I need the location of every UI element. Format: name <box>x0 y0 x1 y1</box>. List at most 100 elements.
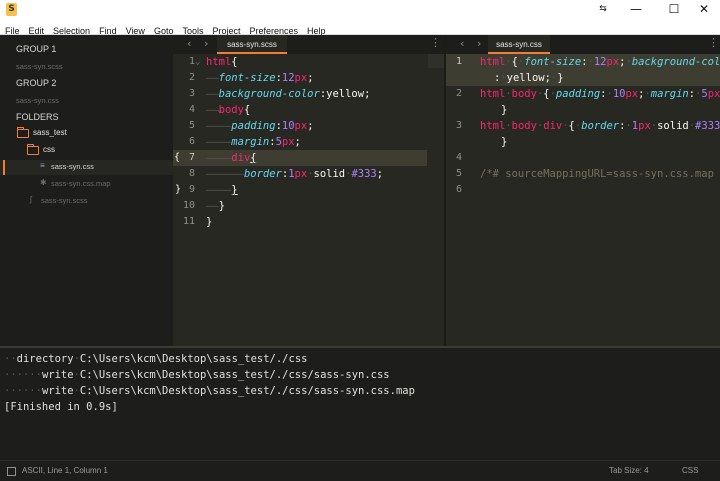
code-token: } <box>501 104 508 116</box>
folder-open-icon <box>27 144 39 155</box>
code-token: 12 <box>281 72 295 84</box>
tab-next-icon[interactable]: › <box>204 37 208 50</box>
code-token: { <box>231 56 238 68</box>
line-number: 1 <box>188 56 195 67</box>
selection-marker <box>3 160 5 175</box>
code-area-right[interactable]: 1 html·{·font-size:·12px;·background-col… <box>446 54 720 346</box>
line-number: 8 <box>188 168 195 179</box>
code-line: 8 ——————border:1px·solid·#333; <box>173 166 444 182</box>
build-output-panel[interactable]: ··directory·C:\Users\kcm\Desktop\sass_te… <box>0 346 720 462</box>
tab-sass-syn-scss[interactable]: sass-syn.scss <box>217 35 287 54</box>
tab-prev-icon[interactable]: ‹ <box>460 37 464 50</box>
code-line: 2 html·body·{·padding:·10px;·margin:·5px… <box>446 86 720 118</box>
code-token: px <box>638 120 651 132</box>
tab-sass-syn-css[interactable]: sass-syn.css <box>488 35 550 54</box>
code-token: } <box>557 72 564 84</box>
code-token: border <box>243 168 282 180</box>
sidebar-file-map[interactable]: sass-syn.css.map <box>51 179 111 188</box>
sidebar-folder-css[interactable]: css <box>43 145 55 154</box>
code-token: div <box>543 120 563 132</box>
code-token: margin <box>650 88 689 100</box>
line-number: 7 <box>188 152 195 163</box>
tab-menu-icon[interactable]: ⋮ <box>430 36 441 49</box>
tab-size-setting[interactable]: Tab Size: 4 <box>609 466 649 475</box>
console-path: C:\Users\kcm\Desktop\sass_test/./css <box>79 353 308 365</box>
console-line: ··directory·C:\Users\kcm\Desktop\sass_te… <box>4 353 308 365</box>
code-token: } <box>206 216 213 228</box>
status-bar: ASCII, Line 1, Column 1 Tab Size: 4 CSS <box>0 460 720 481</box>
fold-arrow-icon[interactable]: ⌄ <box>195 54 200 70</box>
code-token: #333 <box>695 120 720 132</box>
line-number: 9 <box>188 184 195 195</box>
line-number: 3 <box>455 120 462 131</box>
panel-toggle-icon[interactable] <box>7 467 16 476</box>
scss-file-icon: ʃ <box>30 195 32 204</box>
code-token: #333 <box>351 168 377 180</box>
minimize-button[interactable]: — <box>618 1 654 18</box>
code-line: 11 } <box>173 214 444 230</box>
code-token: solid <box>657 120 689 132</box>
tab-bar-left: ‹ › sass-syn.scss ⋮ <box>173 35 444 54</box>
code-line-current: { 7 ————div{ <box>173 150 427 166</box>
code-line: 3 ——background-color:yellow; <box>173 86 444 102</box>
line-number: 4 <box>455 152 462 163</box>
line-number: 2 <box>455 88 462 99</box>
pin-icon[interactable]: ⇆ <box>585 1 621 18</box>
sidebar-group2-file[interactable]: sass-syn.css <box>16 96 59 105</box>
console-line: ······write·C:\Users\kcm\Desktop\sass_te… <box>4 369 390 381</box>
title-bar: S ⇆ — ☐ ✕ <box>0 0 720 19</box>
console-path: C:\Users\kcm\Desktop\sass_test/./css/sas… <box>79 385 415 397</box>
code-token: px <box>294 168 308 180</box>
code-line: 3 html·body·div·{·border:·1px·solid·#333… <box>446 118 720 150</box>
console-line: ······write·C:\Users\kcm\Desktop\sass_te… <box>4 385 415 397</box>
code-token: ; <box>307 120 314 132</box>
line-number: 11 <box>182 216 195 227</box>
sidebar-file-css[interactable]: sass-syn.css <box>51 162 94 171</box>
code-token: div <box>231 152 251 164</box>
syntax-selector[interactable]: CSS <box>682 466 698 475</box>
folder-open-icon <box>17 127 29 138</box>
tab-prev-icon[interactable]: ‹ <box>187 37 191 50</box>
code-token: 10 <box>281 120 295 132</box>
code-token: px <box>294 120 308 132</box>
tab-bar-right: ‹ › sass-syn.css ⋮ <box>446 35 720 54</box>
editor-pane-right: ‹ › sass-syn.css ⋮ 1 html·{·font-size:·1… <box>446 35 720 346</box>
tab-menu-icon[interactable]: ⋮ <box>708 36 719 49</box>
code-line: 4 <box>446 150 720 166</box>
code-token: font-size <box>218 72 276 84</box>
code-token: px <box>281 136 295 148</box>
menu-bar: File Edit Selection Find View Goto Tools Projec… <box>0 19 720 36</box>
console-path: C:\Users\kcm\Desktop\sass_test/./css/sas… <box>79 369 390 381</box>
code-token: px <box>707 88 720 100</box>
code-token: 10 <box>612 88 626 100</box>
map-file-icon: ✱ <box>40 178 47 187</box>
code-token: solid <box>313 168 346 180</box>
line-number: 3 <box>188 88 195 99</box>
code-line: 6 ————margin:5px; <box>173 134 444 150</box>
code-token: px <box>625 88 639 100</box>
editor-pane-left: ‹ › sass-syn.scss ⋮ 1 ⌄ html{ 2 ——font-s… <box>173 35 444 346</box>
close-button[interactable]: ✕ <box>686 1 720 18</box>
code-token: ; <box>294 136 301 148</box>
code-area-left[interactable]: 1 ⌄ html{ 2 ——font-size:12px; 3 ——backgr… <box>173 54 444 346</box>
tab-next-icon[interactable]: › <box>477 37 481 50</box>
code-comment: /*# sourceMappingURL=sass-syn.css.map */ <box>480 168 720 180</box>
code-token: px <box>606 56 620 68</box>
code-token: border <box>581 120 620 132</box>
code-token: 12 <box>593 56 607 68</box>
code-token: padding <box>231 120 276 132</box>
code-token: html <box>480 56 506 68</box>
line-number: 6 <box>455 184 462 195</box>
sidebar-group1-file[interactable]: sass-syn.scss <box>16 62 63 71</box>
sidebar-folder-sass-test[interactable]: sass_test <box>33 128 67 137</box>
code-line: 2 ——font-size:12px; <box>173 70 444 86</box>
code-token: } <box>231 184 238 196</box>
line-number: 1 <box>455 56 462 67</box>
code-token: html <box>480 88 506 100</box>
sidebar-group-2: GROUP 2 <box>16 78 57 88</box>
code-token: html <box>206 56 232 68</box>
code-line: 1 ⌄ html{ <box>173 54 444 70</box>
line-number: 4 <box>188 104 195 115</box>
code-token: yellow <box>506 72 545 84</box>
sidebar-file-scss[interactable]: sass-syn.scss <box>41 196 88 205</box>
